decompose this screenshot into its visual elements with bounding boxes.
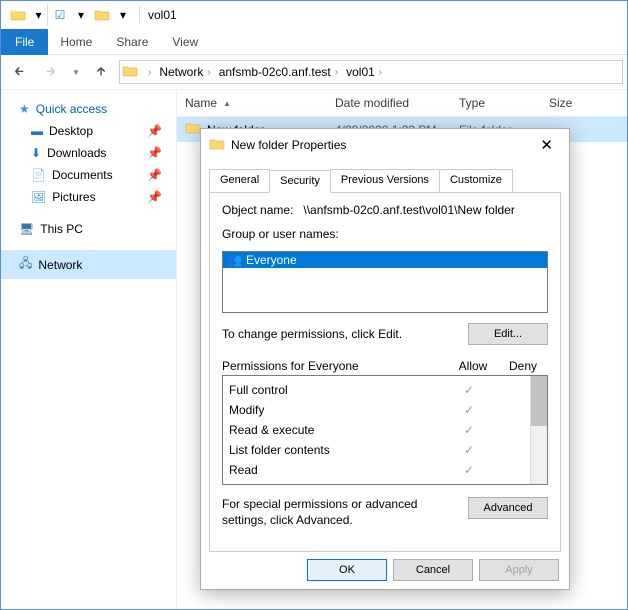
nav-row: 🡰 🡲 ▾ 🡱 › Network› anfsmb-02c0.anf.test›… — [1, 55, 627, 89]
sort-asc-icon: ▲ — [223, 99, 231, 108]
breadcrumb-host[interactable]: anfsmb-02c0.anf.test› — [217, 65, 344, 79]
apply-button[interactable]: Apply — [479, 559, 559, 581]
star-icon: ★ — [19, 102, 30, 116]
qa-down-icon[interactable]: ▾ — [72, 4, 90, 26]
group-listbox[interactable]: 👥Everyone — [222, 251, 548, 313]
documents-icon: 📄 — [31, 168, 46, 182]
pin-icon: 📌 — [147, 146, 162, 160]
window-title: vol01 — [148, 8, 177, 22]
tab-customize[interactable]: Customize — [439, 169, 513, 192]
ribbon-tabs: File Home Share View — [1, 29, 627, 55]
cancel-button[interactable]: Cancel — [393, 559, 473, 581]
security-tab-page: Object name: \\anfsmb-02c0.anf.test\vol0… — [209, 192, 561, 552]
edit-button[interactable]: Edit... — [468, 323, 548, 345]
qa-down2-icon[interactable]: ▾ — [114, 4, 132, 26]
recent-down-icon[interactable]: ▾ — [69, 58, 83, 86]
network-icon: 🖧 — [19, 254, 32, 275]
perm-header: Permissions for Everyone — [222, 359, 448, 373]
group-item-everyone[interactable]: 👥Everyone — [223, 252, 547, 268]
pin-icon: 📌 — [147, 190, 162, 204]
folder-icon — [122, 64, 138, 81]
allow-header: Allow — [448, 359, 498, 373]
quick-access[interactable]: ★Quick access — [1, 98, 176, 120]
object-name-value: \\anfsmb-02c0.anf.test\vol01\New folder — [303, 203, 514, 217]
perm-full-control: Full control✓ — [229, 380, 541, 400]
downloads-icon: ⬇ — [31, 146, 41, 160]
dialog-tabs: General Security Previous Versions Custo… — [201, 161, 569, 192]
folder-icon — [209, 137, 225, 154]
sidebar-thispc[interactable]: 🖥This PC — [1, 218, 176, 240]
up-button[interactable]: 🡱 — [87, 58, 115, 86]
pin-icon: 📌 — [147, 168, 162, 182]
users-icon: 👥 — [227, 253, 242, 267]
perm-modify: Modify✓ — [229, 400, 541, 420]
view-tab[interactable]: View — [160, 29, 210, 55]
change-perm-text: To change permissions, click Edit. — [222, 327, 468, 341]
advanced-text: For special permissions or advanced sett… — [222, 497, 468, 528]
dialog-title: New folder Properties — [231, 138, 532, 152]
column-headers[interactable]: Name▲ Date modified Type Size — [177, 90, 627, 117]
tab-security[interactable]: Security — [269, 170, 331, 193]
perm-read-execute: Read & execute✓ — [229, 420, 541, 440]
titlebar: ▾ ☑ ▾ ▾ vol01 — [1, 1, 627, 29]
pin-icon: 📌 — [147, 124, 162, 138]
perm-read: Read✓ — [229, 460, 541, 480]
close-button[interactable]: ✕ — [532, 132, 561, 158]
group-label: Group or user names: — [222, 227, 548, 241]
pc-icon: 🖥 — [19, 222, 34, 236]
file-tab[interactable]: File — [1, 29, 48, 55]
back-button[interactable]: 🡰 — [5, 58, 33, 86]
nav-pane: ★Quick access ▬Desktop📌 ⬇Downloads📌 📄Doc… — [1, 90, 176, 609]
scrollbar[interactable] — [530, 376, 547, 484]
ok-button[interactable]: OK — [307, 559, 387, 581]
check-icon[interactable]: ☑ — [51, 4, 69, 26]
down-icon[interactable]: ▾ — [30, 4, 48, 26]
forward-button: 🡲 — [37, 58, 65, 86]
sidebar-documents[interactable]: 📄Documents📌 — [1, 164, 176, 186]
scrollbar-thumb[interactable] — [531, 376, 547, 426]
permissions-list: Full control✓ Modify✓ Read & execute✓ Li… — [222, 375, 548, 485]
breadcrumb-network[interactable]: Network› — [157, 65, 216, 79]
properties-dialog: New folder Properties ✕ General Security… — [200, 128, 570, 590]
pictures-icon: 🖼 — [31, 190, 46, 204]
deny-header: Deny — [498, 359, 548, 373]
object-name-label: Object name: — [222, 203, 293, 217]
folder-icon — [185, 121, 201, 138]
sidebar-downloads[interactable]: ⬇Downloads📌 — [1, 142, 176, 164]
chevron-right-icon[interactable]: › — [148, 67, 151, 78]
sidebar-network[interactable]: 🖧Network — [1, 250, 176, 279]
sidebar-pictures[interactable]: 🖼Pictures📌 — [1, 186, 176, 208]
tab-general[interactable]: General — [209, 169, 270, 192]
share-tab[interactable]: Share — [104, 29, 160, 55]
folder-icon — [9, 4, 27, 26]
folder-icon — [93, 4, 111, 26]
tab-previous-versions[interactable]: Previous Versions — [330, 169, 440, 192]
address-bar[interactable]: › Network› anfsmb-02c0.anf.test› vol01› — [119, 60, 623, 84]
sidebar-desktop[interactable]: ▬Desktop📌 — [1, 120, 176, 142]
desktop-icon: ▬ — [31, 124, 43, 138]
perm-list-folder: List folder contents✓ — [229, 440, 541, 460]
breadcrumb-vol[interactable]: vol01› — [344, 65, 388, 79]
content-pane: Name▲ Date modified Type Size New folder… — [176, 90, 627, 609]
advanced-button[interactable]: Advanced — [468, 497, 548, 519]
home-tab[interactable]: Home — [48, 29, 104, 55]
